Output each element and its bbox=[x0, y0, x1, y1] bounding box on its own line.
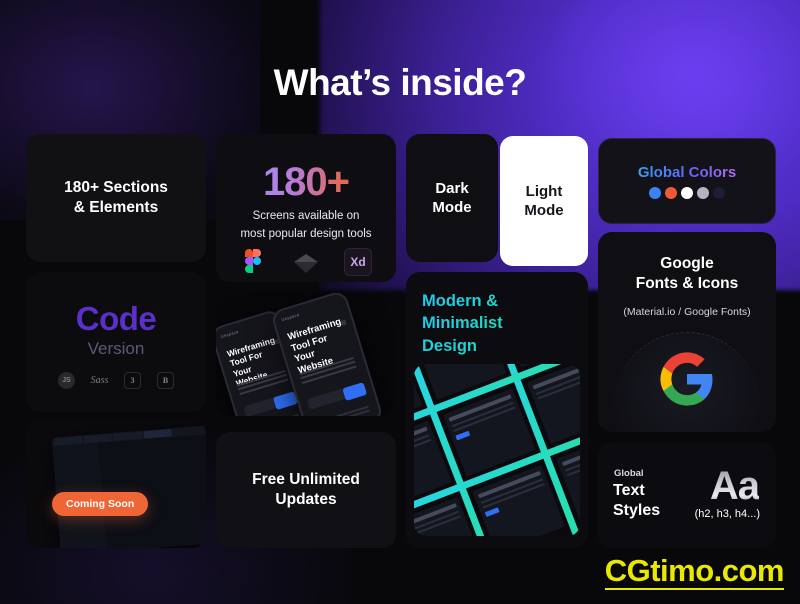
css3-icon: 3 bbox=[124, 372, 141, 389]
bootstrap-icon: B bbox=[157, 372, 174, 389]
poster-canvas: What’s inside? 180+ Sections & Elements 1… bbox=[0, 0, 800, 604]
design-tool-icons: Xd bbox=[216, 248, 396, 276]
card-google-fonts[interactable]: Google Fonts & Icons (Material.io / Googl… bbox=[598, 232, 776, 432]
phone-brand: Unspace bbox=[280, 311, 301, 323]
card-code-editor-preview[interactable]: Coming Soon bbox=[26, 420, 206, 548]
phone-brand: Unspace bbox=[220, 328, 240, 340]
coming-soon-badge: Coming Soon bbox=[52, 492, 149, 516]
adobe-xd-icon: Xd bbox=[344, 248, 372, 276]
color-swatch bbox=[713, 187, 725, 199]
screens-count: 180+ bbox=[216, 160, 396, 205]
adobe-xd-label: Xd bbox=[344, 248, 372, 276]
card-dark-mode[interactable]: Dark Mode bbox=[406, 134, 498, 262]
card-light-mode[interactable]: Light Mode bbox=[500, 136, 588, 266]
code-title: Code bbox=[75, 300, 157, 337]
modern-title: Modern & Minimalist Design bbox=[422, 290, 576, 357]
sass-icon: Sass bbox=[90, 375, 109, 386]
card-sections-elements[interactable]: 180+ Sections & Elements bbox=[26, 134, 206, 262]
google-fonts-title: Google Fonts & Icons bbox=[635, 255, 739, 293]
global-colors-title: Global Colors bbox=[599, 164, 775, 181]
card-screens[interactable]: 180+ Screens available on most popular de… bbox=[216, 134, 396, 282]
color-swatch bbox=[665, 187, 677, 199]
wireframe-grid-visual bbox=[414, 364, 580, 536]
text-styles-eyebrow: Global bbox=[614, 468, 644, 479]
card-code-version[interactable]: Code Version JS Sass 3 B bbox=[26, 272, 206, 412]
text-styles-levels: (h2, h3, h4...) bbox=[694, 508, 760, 520]
card-phone-mockups[interactable]: Unspace Wireframing Tool For Your Websit… bbox=[216, 290, 396, 416]
text-styles-title: Text Styles bbox=[613, 482, 661, 520]
watermark-underline bbox=[604, 588, 784, 590]
light-mode-title: Light Mode bbox=[524, 182, 564, 219]
page-title: What’s inside? bbox=[273, 62, 527, 103]
code-tech-icons: JS Sass 3 B bbox=[26, 372, 206, 389]
google-fonts-subtitle: (Material.io / Google Fonts) bbox=[623, 306, 751, 318]
google-g-logo bbox=[660, 352, 713, 406]
editor-code-area bbox=[98, 431, 206, 548]
text-styles-sample: Aa bbox=[709, 464, 760, 508]
figma-icon bbox=[240, 248, 268, 276]
card-text-styles[interactable]: Global Text Styles Aa (h2, h3, h4...) bbox=[598, 442, 776, 548]
watermark-text: CGtimo.com bbox=[604, 553, 785, 588]
card-free-updates[interactable]: Free Unlimited Updates bbox=[216, 432, 396, 548]
sketch-icon bbox=[292, 248, 320, 276]
phone-cta-button bbox=[342, 382, 368, 401]
editor-body bbox=[52, 431, 206, 548]
color-swatch-list bbox=[599, 187, 775, 199]
code-subtitle: Version bbox=[87, 339, 145, 358]
color-swatch bbox=[649, 187, 661, 199]
color-swatch bbox=[681, 187, 693, 199]
color-swatch bbox=[697, 187, 709, 199]
dark-mode-title: Dark Mode bbox=[432, 179, 472, 216]
free-updates-title: Free Unlimited Updates bbox=[252, 471, 360, 508]
code-editor-mockup bbox=[51, 422, 206, 548]
card-modern-minimalist[interactable]: Modern & Minimalist Design bbox=[406, 272, 588, 548]
screens-subtitle: Screens available on most popular design … bbox=[240, 210, 372, 240]
js-icon: JS bbox=[58, 372, 75, 389]
card-global-colors[interactable]: Global Colors bbox=[598, 138, 776, 224]
watermark: CGtimo.com bbox=[604, 553, 785, 590]
card-sections-title: 180+ Sections & Elements bbox=[64, 179, 168, 216]
